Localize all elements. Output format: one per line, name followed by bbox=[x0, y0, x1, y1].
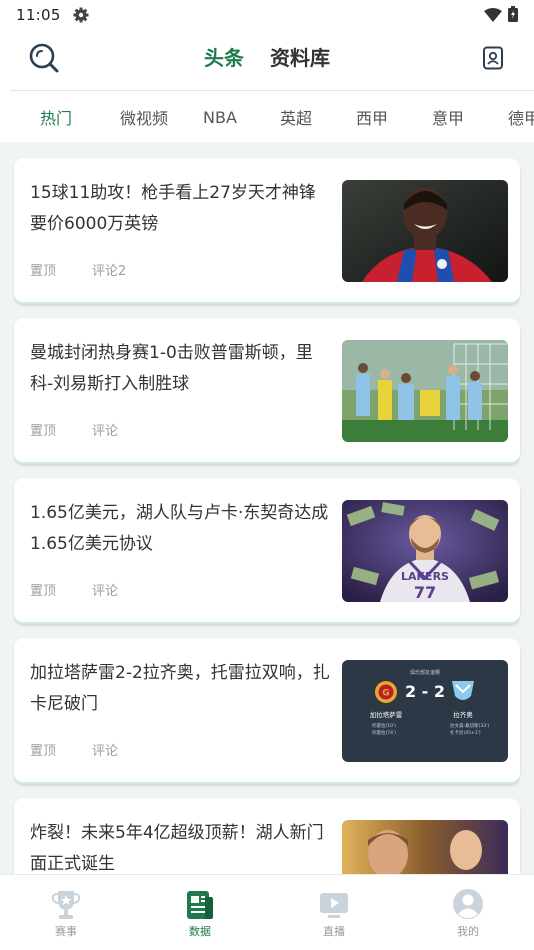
news-thumbnail bbox=[342, 180, 508, 282]
away-team: 拉齐奥 bbox=[453, 710, 473, 719]
status-time: 11:05 bbox=[16, 6, 61, 24]
settings-gear-icon bbox=[73, 7, 89, 23]
news-card[interactable]: 曼城封闭热身赛1-0击败普雷斯顿，里科-刘易斯打入制胜球 置顶 评论 bbox=[14, 318, 520, 464]
comment-count[interactable]: 评论 bbox=[92, 740, 118, 759]
news-title: 1.65亿美元，湖人队与卢卡·东契奇达成1.65亿美元协议 bbox=[30, 503, 329, 554]
category-tab-nba[interactable]: NBA bbox=[186, 108, 254, 127]
pin-label: 置顶 bbox=[30, 584, 57, 599]
home-scorer: 托雷拉(10') bbox=[372, 722, 396, 729]
nav-data[interactable]: 数据 bbox=[160, 875, 240, 950]
comment-count[interactable]: 评论 bbox=[92, 420, 118, 439]
news-title: 15球11助攻！枪手看上27岁天才神锋 要价6000万英镑 bbox=[30, 183, 316, 234]
tab-headlines[interactable]: 头条 bbox=[204, 42, 244, 71]
news-feed[interactable]: 15球11助攻！枪手看上27岁天才神锋 要价6000万英镑 置顶 评论2 曼城封… bbox=[0, 142, 534, 874]
jersey-text: LAKERS bbox=[401, 570, 449, 583]
app-header: 头条 资料库 bbox=[0, 30, 534, 86]
category-tab-serie-a[interactable]: 意甲 bbox=[406, 105, 490, 129]
nav-events[interactable]: 赛事 bbox=[26, 875, 106, 950]
profile-card-icon bbox=[483, 46, 503, 70]
comment-count[interactable]: 评论2 bbox=[92, 260, 126, 279]
away-scorer: 扎卡尼(45+1') bbox=[450, 729, 481, 736]
news-title: 加拉塔萨雷2-2拉齐奥，托雷拉双响，扎卡尼破门 bbox=[30, 663, 330, 714]
category-tab-la-liga[interactable]: 西甲 bbox=[338, 105, 406, 129]
match-score: 2 - 2 bbox=[405, 682, 445, 701]
trophy-icon bbox=[51, 891, 81, 919]
nav-live[interactable]: 直播 bbox=[294, 875, 374, 950]
newspaper-icon bbox=[187, 891, 213, 919]
category-tab-bundesliga[interactable]: 德甲 bbox=[490, 105, 534, 129]
video-play-icon bbox=[320, 893, 348, 918]
pin-label: 置顶 bbox=[30, 264, 57, 279]
bottom-nav: 赛事 数据 直播 我的 bbox=[0, 874, 534, 950]
nav-label: 数据 bbox=[189, 925, 211, 938]
wifi-icon bbox=[484, 7, 502, 26]
nav-label: 我的 bbox=[457, 925, 479, 938]
nav-label: 赛事 bbox=[55, 925, 77, 938]
news-card[interactable]: 15球11助攻！枪手看上27岁天才神锋 要价6000万英镑 置顶 评论2 bbox=[14, 158, 520, 304]
profile-card-button[interactable] bbox=[482, 46, 504, 70]
news-thumbnail bbox=[342, 340, 508, 442]
category-tab-hot[interactable]: 热门 bbox=[10, 105, 102, 129]
tab-database[interactable]: 资料库 bbox=[270, 42, 330, 71]
news-title: 曼城封闭热身赛1-0击败普雷斯顿，里科-刘易斯打入制胜球 bbox=[30, 343, 313, 394]
galatasaray-crest-icon: G bbox=[375, 681, 397, 703]
jersey-number: 77 bbox=[414, 583, 436, 602]
pin-label: 置顶 bbox=[30, 744, 57, 759]
match-caption: 俱乐部友谊赛 bbox=[410, 669, 440, 676]
svg-text:G: G bbox=[382, 689, 389, 699]
category-tab-micro-video[interactable]: 微视频 bbox=[102, 105, 186, 129]
home-scorer: 托雷拉(74') bbox=[372, 729, 396, 736]
match-result-thumbnail: 俱乐部友谊赛 G 2 - 2 加拉塔萨雷 拉齐奥 托雷拉(10') 托雷拉(74… bbox=[342, 660, 508, 762]
category-tab-premier-league[interactable]: 英超 bbox=[254, 105, 338, 129]
news-card[interactable]: 加拉塔萨雷2-2拉齐奥，托雷拉双响，扎卡尼破门 置顶 评论 俱乐部友谊赛 G 2… bbox=[14, 638, 520, 784]
news-card[interactable]: 1.65亿美元，湖人队与卢卡·东契奇达成1.65亿美元协议 置顶 评论 LAKE… bbox=[14, 478, 520, 624]
comment-count[interactable]: 评论 bbox=[92, 580, 118, 599]
pin-label: 置顶 bbox=[30, 424, 57, 439]
away-scorer: 达文森-桑切斯(33') bbox=[450, 722, 489, 729]
header-tabs: 头条 资料库 bbox=[0, 42, 534, 71]
news-title: 炸裂！未来5年4亿超级顶薪！湖人新门面正式诞生 bbox=[30, 823, 324, 874]
battery-icon bbox=[508, 6, 518, 26]
nav-me[interactable]: 我的 bbox=[428, 875, 508, 950]
news-thumbnail: LAKERS 77 bbox=[342, 500, 508, 602]
category-tabs: 热门 微视频 NBA 英超 西甲 意甲 德甲 bbox=[10, 90, 534, 142]
home-team: 加拉塔萨雷 bbox=[370, 710, 403, 719]
nav-label: 直播 bbox=[323, 925, 345, 938]
news-card[interactable]: 炸裂！未来5年4亿超级顶薪！湖人新门面正式诞生 置顶 评论 bbox=[14, 798, 520, 874]
status-bar: 11:05 bbox=[0, 0, 534, 30]
news-thumbnail bbox=[342, 820, 508, 874]
user-avatar-icon bbox=[453, 889, 483, 919]
